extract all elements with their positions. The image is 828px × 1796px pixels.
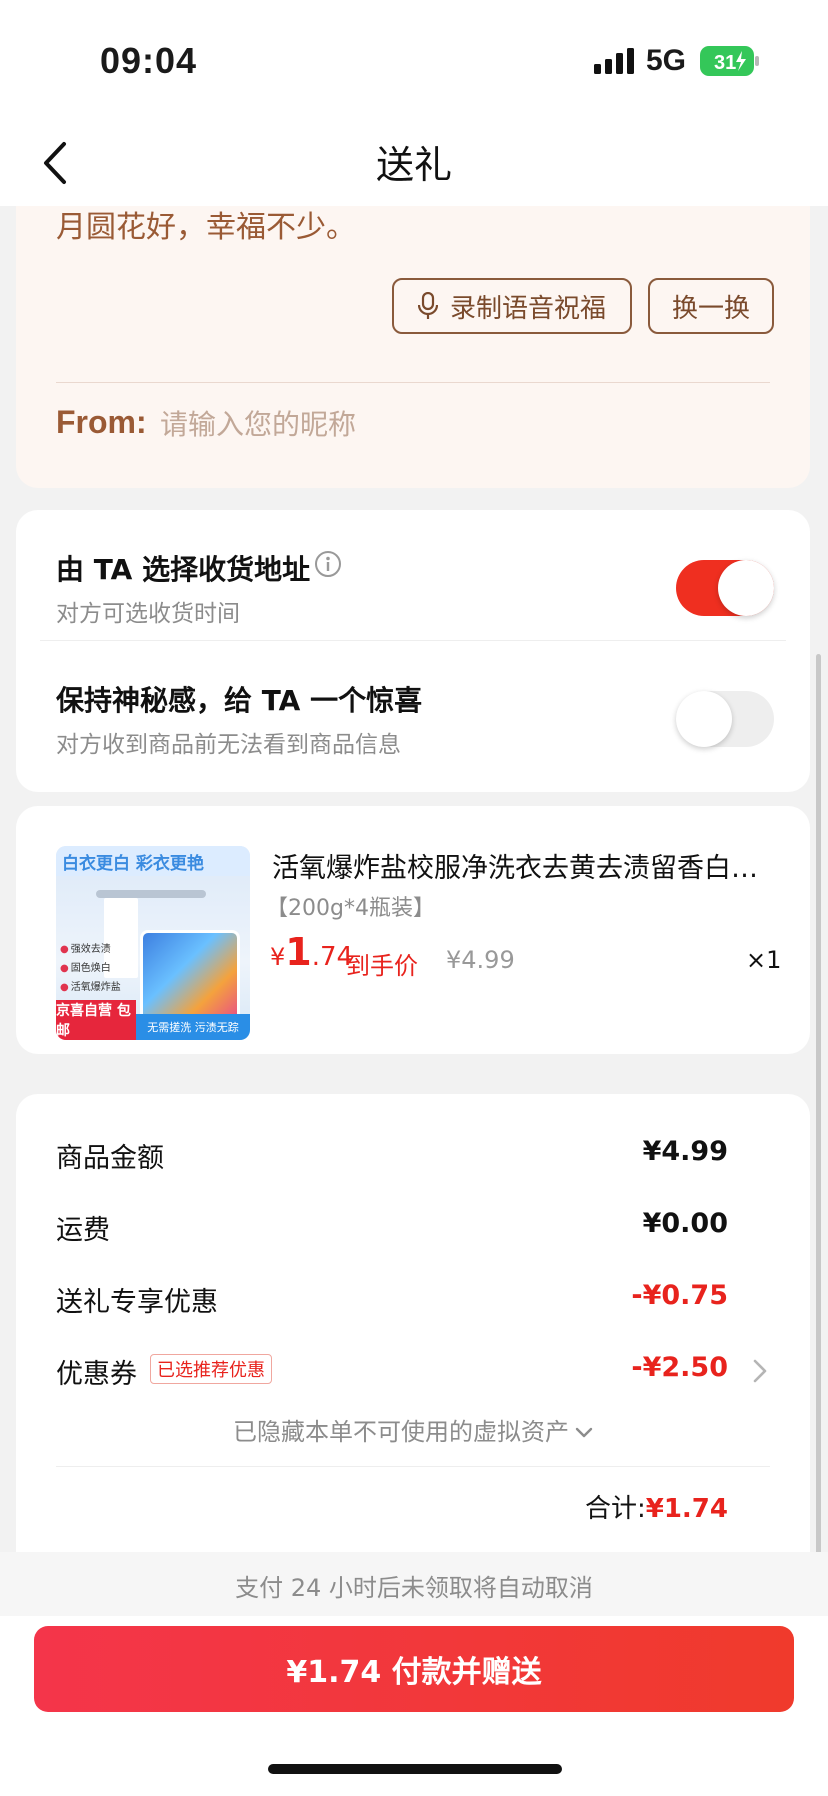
coupon-tag: 已选推荐优惠 <box>150 1354 272 1384</box>
summary-value: ¥0.00 <box>642 1208 728 1239</box>
toggle-knob <box>718 560 774 616</box>
image-bullet: 活氧爆炸盐 <box>60 982 121 993</box>
summary-row-shipping: 运费 ¥0.00 <box>16 1208 810 1248</box>
price-currency: ¥ <box>270 943 286 971</box>
surprise-toggle[interactable] <box>676 691 774 747</box>
info-icon[interactable] <box>314 550 342 578</box>
option-subtitle: 对方可选收货时间 <box>56 601 240 627</box>
nav-header: 送礼 <box>0 120 828 206</box>
hidden-assets-label: 已隐藏本单不可使用的虚拟资产 <box>233 1418 569 1446</box>
message-divider <box>56 382 770 383</box>
scroll-content[interactable]: 月圆花好，幸福不少。 录制语音祝福 换一换 From: 由 TA 选择收货地址 <box>0 206 828 1552</box>
product-price: ¥1.74 <box>270 930 353 974</box>
network-label: 5G <box>646 44 687 77</box>
signal-bars-icon <box>594 48 634 74</box>
battery-level: 31 <box>714 52 736 74</box>
product-spec: 【200g*4瓶装】 <box>266 896 435 921</box>
chevron-right-icon[interactable] <box>752 1358 768 1384</box>
product-quantity: ×1 <box>746 946 782 974</box>
option-title: 由 TA 选择收货地址 <box>56 553 311 586</box>
auto-cancel-notice: 支付 24 小时后未领取将自动取消 <box>235 1574 593 1602</box>
summary-value: -¥2.50 <box>631 1352 728 1383</box>
summary-value: ¥4.99 <box>642 1136 728 1167</box>
summary-row-goods: 商品金额 ¥4.99 <box>16 1136 810 1176</box>
home-indicator <box>268 1764 562 1774</box>
product-name: 活氧爆炸盐校服净洗衣去黄去渍留香白… <box>272 853 758 884</box>
image-bullets: 强效去渍 固色焕白 活氧爆炸盐 <box>60 940 138 997</box>
toggle-knob <box>676 691 732 747</box>
product-card[interactable]: 白衣更白 彩衣更艳 强效去渍 固色焕白 活氧爆炸盐 京喜自营 包邮 无需搓洗 污… <box>16 806 810 1054</box>
image-bullet: 固色焕白 <box>60 963 111 974</box>
summary-row-coupon[interactable]: 优惠券 已选推荐优惠 -¥2.50 <box>16 1352 810 1392</box>
option-subtitle: 对方收到商品前无法看到商品信息 <box>56 732 401 758</box>
image-badge: 京喜自营 包邮 <box>56 1000 136 1040</box>
option-surprise: 保持神秘感，给 TA 一个惊喜 对方收到商品前无法看到商品信息 <box>16 641 810 771</box>
nickname-input[interactable] <box>158 402 718 446</box>
swap-message-button[interactable]: 换一换 <box>648 278 774 334</box>
price-integer: 1 <box>285 930 312 974</box>
summary-value: -¥0.75 <box>631 1280 728 1311</box>
summary-label: 优惠券 <box>56 1359 137 1390</box>
status-bar: 09:04 5G 31 <box>0 0 828 120</box>
image-headline: 白衣更白 彩衣更艳 <box>56 846 250 876</box>
original-price: ¥4.99 <box>446 946 515 974</box>
summary-label: 运费 <box>56 1215 110 1246</box>
price-tag: 到手价 <box>346 952 418 980</box>
summary-label: 商品金额 <box>56 1143 164 1174</box>
product-image[interactable]: 白衣更白 彩衣更艳 强效去渍 固色焕白 活氧爆炸盐 京喜自营 包邮 无需搓洗 污… <box>56 846 250 1040</box>
summary-divider <box>56 1466 770 1467</box>
greeting-message: 月圆花好，幸福不少。 <box>56 210 356 245</box>
order-summary-card: 商品金额 ¥4.99 运费 ¥0.00 送礼专享优惠 -¥0.75 优惠券 已选… <box>16 1094 810 1552</box>
microphone-icon <box>417 292 438 319</box>
image-strip: 无需搓洗 污渍无踪 <box>136 1014 250 1040</box>
image-bullet: 强效去渍 <box>60 944 111 955</box>
total-label: 合计: <box>584 1494 646 1524</box>
status-time: 09:04 <box>100 40 198 81</box>
page-title: 送礼 <box>375 143 452 187</box>
bottom-bar: 支付 24 小时后未领取将自动取消 ¥1.74 付款并赠送 <box>0 1552 828 1796</box>
summary-label: 送礼专享优惠 <box>56 1287 218 1318</box>
total-value: ¥1.74 <box>645 1494 728 1524</box>
chevron-down-icon <box>575 1427 593 1438</box>
gift-order-page: 09:04 5G 31 送礼 月圆花好，幸福不少。 录制语音祝福 换一换 Fro… <box>0 0 828 1796</box>
towel-rail-graphic <box>96 890 206 898</box>
hidden-assets-toggle[interactable]: 已隐藏本单不可使用的虚拟资产 <box>16 1412 810 1447</box>
recipient-address-toggle[interactable] <box>676 560 774 616</box>
scrollbar[interactable] <box>816 654 821 1552</box>
message-card: 月圆花好，幸福不少。 录制语音祝福 换一换 From: <box>16 206 810 488</box>
battery-charging-icon: 31 <box>700 46 759 76</box>
pay-and-gift-button[interactable]: ¥1.74 付款并赠送 <box>34 1626 794 1712</box>
option-title: 保持神秘感，给 TA 一个惊喜 <box>56 684 423 717</box>
record-voice-label: 录制语音祝福 <box>449 292 606 323</box>
from-label: From: <box>56 404 147 440</box>
record-voice-button[interactable]: 录制语音祝福 <box>392 278 632 334</box>
notice-band: 支付 24 小时后未领取将自动取消 <box>0 1552 828 1616</box>
product-jar-graphic <box>140 930 240 1026</box>
gift-options-card: 由 TA 选择收货地址 对方可选收货时间 保持神秘感，给 TA 一个惊喜 对方收… <box>16 510 810 792</box>
summary-row-gift-discount: 送礼专享优惠 -¥0.75 <box>16 1280 810 1320</box>
option-recipient-address: 由 TA 选择收货地址 对方可选收货时间 <box>16 510 810 641</box>
order-total: 合计:¥1.74 <box>585 1488 728 1525</box>
